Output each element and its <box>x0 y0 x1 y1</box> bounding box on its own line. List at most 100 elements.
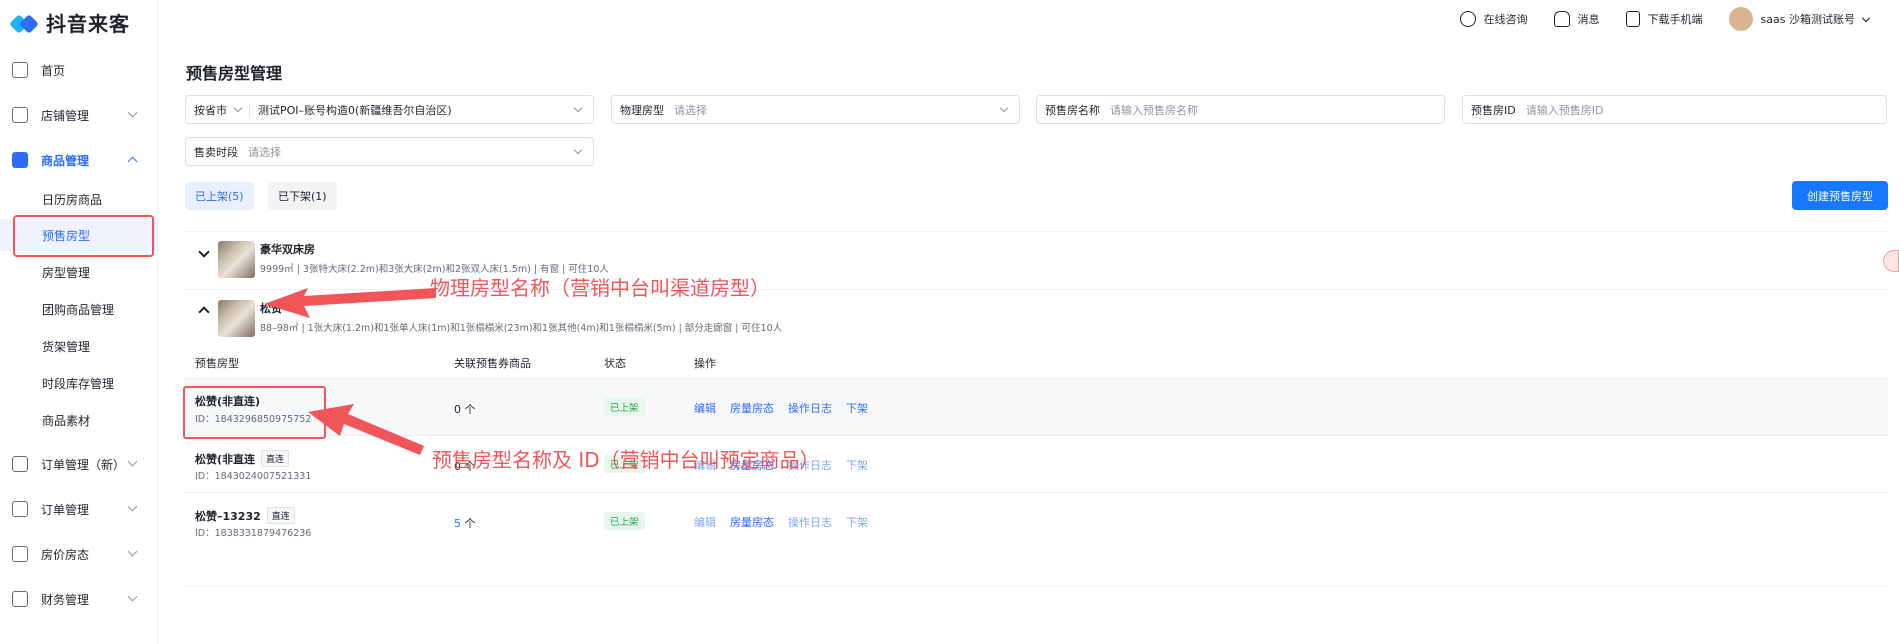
sidebar-item-label: 首页 <box>41 63 66 78</box>
divider <box>184 586 1888 587</box>
direct-tag: 直连 <box>261 450 290 467</box>
annotation-arrow <box>308 404 424 455</box>
room-status-link[interactable]: 房量房态 <box>730 400 774 416</box>
sidebar-subitem-label: 团购商品管理 <box>42 302 115 317</box>
status-badge: 已上架 <box>604 398 645 416</box>
sidebar-item-store[interactable]: 店铺管理 <box>0 97 158 133</box>
region-filter[interactable]: 按省市 测试POI–账号构造0(新疆维吾尔自治区) <box>185 95 594 124</box>
bed-icon <box>12 546 28 562</box>
home-icon <box>12 62 28 78</box>
download-app-label: 下载手机端 <box>1647 13 1703 26</box>
chevron-up-icon <box>127 156 138 167</box>
sidebar-subitem-calendar-room[interactable]: 日历房商品 <box>0 183 158 215</box>
sidebar-item-home[interactable]: 首页 <box>0 52 158 88</box>
order-icon <box>12 501 28 517</box>
sidebar-subitem-timeslot-stock[interactable]: 时段库存管理 <box>0 367 158 399</box>
sidebar-item-label: 商品管理 <box>41 153 90 168</box>
sidebar-subitem-group-buy[interactable]: 团购商品管理 <box>0 293 158 325</box>
operation-log-link[interactable]: 操作日志 <box>788 514 832 530</box>
chevron-down-icon <box>127 501 138 512</box>
logo-mark-icon <box>9 11 40 35</box>
operation-log-link[interactable]: 操作日志 <box>788 400 832 416</box>
physical-room-select[interactable]: 物理房型 请选择 <box>611 95 1020 124</box>
sidebar-subitem-shelf[interactable]: 货架管理 <box>0 330 158 362</box>
sidebar-item-orders-new[interactable]: 订单管理（新） <box>0 446 158 482</box>
logo-text: 抖音来客 <box>46 12 130 36</box>
edit-link[interactable]: 编辑 <box>694 514 716 530</box>
region-filter-value: 测试POI–账号构造0(新疆维吾尔自治区) <box>258 103 452 117</box>
avatar <box>1728 7 1753 31</box>
row-actions: 编辑 房量房态 操作日志 下架 <box>694 514 868 530</box>
direct-tag: 直连 <box>266 507 295 524</box>
app-root: 抖音来客 首页 店铺管理 商品管理 日历房商品 预售房型 房型管理 团购商品管理… <box>0 0 1899 644</box>
tab-delisted[interactable]: 已下架(1) <box>268 182 337 210</box>
chevron-down-icon <box>127 456 138 467</box>
highlight-box-presale-menu <box>13 215 154 257</box>
bell-icon <box>1553 11 1570 27</box>
sidebar: 抖音来客 首页 店铺管理 商品管理 日历房商品 预售房型 房型管理 团购商品管理… <box>0 0 158 644</box>
main-content: 预售房型管理 按省市 测试POI–账号构造0(新疆维吾尔自治区) 物理房型 请选… <box>158 38 1899 644</box>
online-consult-label: 在线咨询 <box>1483 13 1528 26</box>
presale-id-input[interactable]: 预售房ID 请输入预售房ID <box>1462 95 1887 124</box>
coupon-count-link[interactable]: 5 <box>454 517 461 530</box>
sidebar-subitem-label: 时段库存管理 <box>42 376 115 391</box>
wallet-icon <box>12 591 28 607</box>
floating-assistant-icon[interactable] <box>1883 250 1899 272</box>
coupon-count: 5 个 <box>454 515 476 531</box>
annotation-presale-room: 预售房型名称及 ID（营销中台叫预定商品） <box>432 448 820 472</box>
download-app-button[interactable]: 下载手机端 <box>1625 11 1703 27</box>
sidebar-subitem-label: 房型管理 <box>42 265 91 280</box>
edit-link[interactable]: 编辑 <box>694 400 716 416</box>
highlight-box-presale-room <box>183 386 326 439</box>
presale-name-placeholder: 请输入预售房名称 <box>1110 103 1198 117</box>
physical-room-label: 物理房型 <box>620 103 664 117</box>
delist-link[interactable]: 下架 <box>846 514 868 530</box>
sale-period-select[interactable]: 售卖时段 请选择 <box>185 137 594 166</box>
delist-link[interactable]: 下架 <box>846 400 868 416</box>
sidebar-subitem-materials[interactable]: 商品素材 <box>0 404 158 436</box>
sidebar-item-orders[interactable]: 订单管理 <box>0 491 158 527</box>
divider <box>184 231 1888 232</box>
table-header: 预售房型 关联预售券商品 状态 操作 <box>184 346 1888 378</box>
page-title: 预售房型管理 <box>186 64 283 83</box>
messages-button[interactable]: 消息 <box>1553 11 1600 27</box>
online-consult-button[interactable]: 在线咨询 <box>1459 11 1528 27</box>
bag-icon <box>12 152 28 168</box>
chevron-down-icon <box>127 591 138 602</box>
region-filter-type: 按省市 <box>194 103 227 117</box>
chevron-down-icon <box>999 103 1009 113</box>
chevron-down-icon <box>127 546 138 557</box>
create-presale-room-button[interactable]: 创建预售房型 <box>1792 181 1888 210</box>
sidebar-item-room-price[interactable]: 房价房态 <box>0 536 158 572</box>
account-menu[interactable]: saas 沙箱测试账号 <box>1728 7 1871 31</box>
chevron-down-icon <box>573 145 583 155</box>
sidebar-item-finance[interactable]: 财务管理 <box>0 581 158 617</box>
chevron-down-icon[interactable] <box>198 246 210 258</box>
sidebar-subitem-room-type[interactable]: 房型管理 <box>0 256 158 288</box>
sale-period-label: 售卖时段 <box>194 145 238 159</box>
chevron-up-icon[interactable] <box>198 306 210 318</box>
delist-link[interactable]: 下架 <box>846 457 868 473</box>
chevron-down-icon <box>233 103 243 113</box>
sidebar-subitem-label: 日历房商品 <box>42 192 103 207</box>
messages-label: 消息 <box>1577 13 1600 26</box>
sale-period-placeholder: 请选择 <box>248 145 281 159</box>
row-actions: 编辑 房量房态 操作日志 下架 <box>694 400 868 416</box>
room-name: 豪华双床房 <box>260 243 315 256</box>
presale-name-input[interactable]: 预售房名称 请输入预售房名称 <box>1036 95 1445 124</box>
table-row: 松赞–13232 直连 ID：1838331879476236 5 个 已上架 … <box>184 492 1888 549</box>
presale-room-name-text: 松赞(非直连 <box>195 452 256 466</box>
presale-name-label: 预售房名称 <box>1045 103 1100 117</box>
tab-listed[interactable]: 已上架(5) <box>185 182 254 210</box>
physical-room-placeholder: 请选择 <box>674 103 707 117</box>
sidebar-item-label: 房价房态 <box>41 547 90 562</box>
top-bar: 在线咨询 消息 下载手机端 saas 沙箱测试账号 <box>158 0 1899 38</box>
sidebar-item-label: 订单管理（新） <box>41 457 126 472</box>
room-status-link[interactable]: 房量房态 <box>730 514 774 530</box>
sidebar-item-products[interactable]: 商品管理 <box>0 142 158 178</box>
room-thumbnail <box>218 300 255 337</box>
column-header: 关联预售券商品 <box>454 357 531 370</box>
sidebar-item-label: 店铺管理 <box>41 108 90 123</box>
logo[interactable]: 抖音来客 <box>9 8 130 37</box>
column-header: 操作 <box>694 357 716 370</box>
